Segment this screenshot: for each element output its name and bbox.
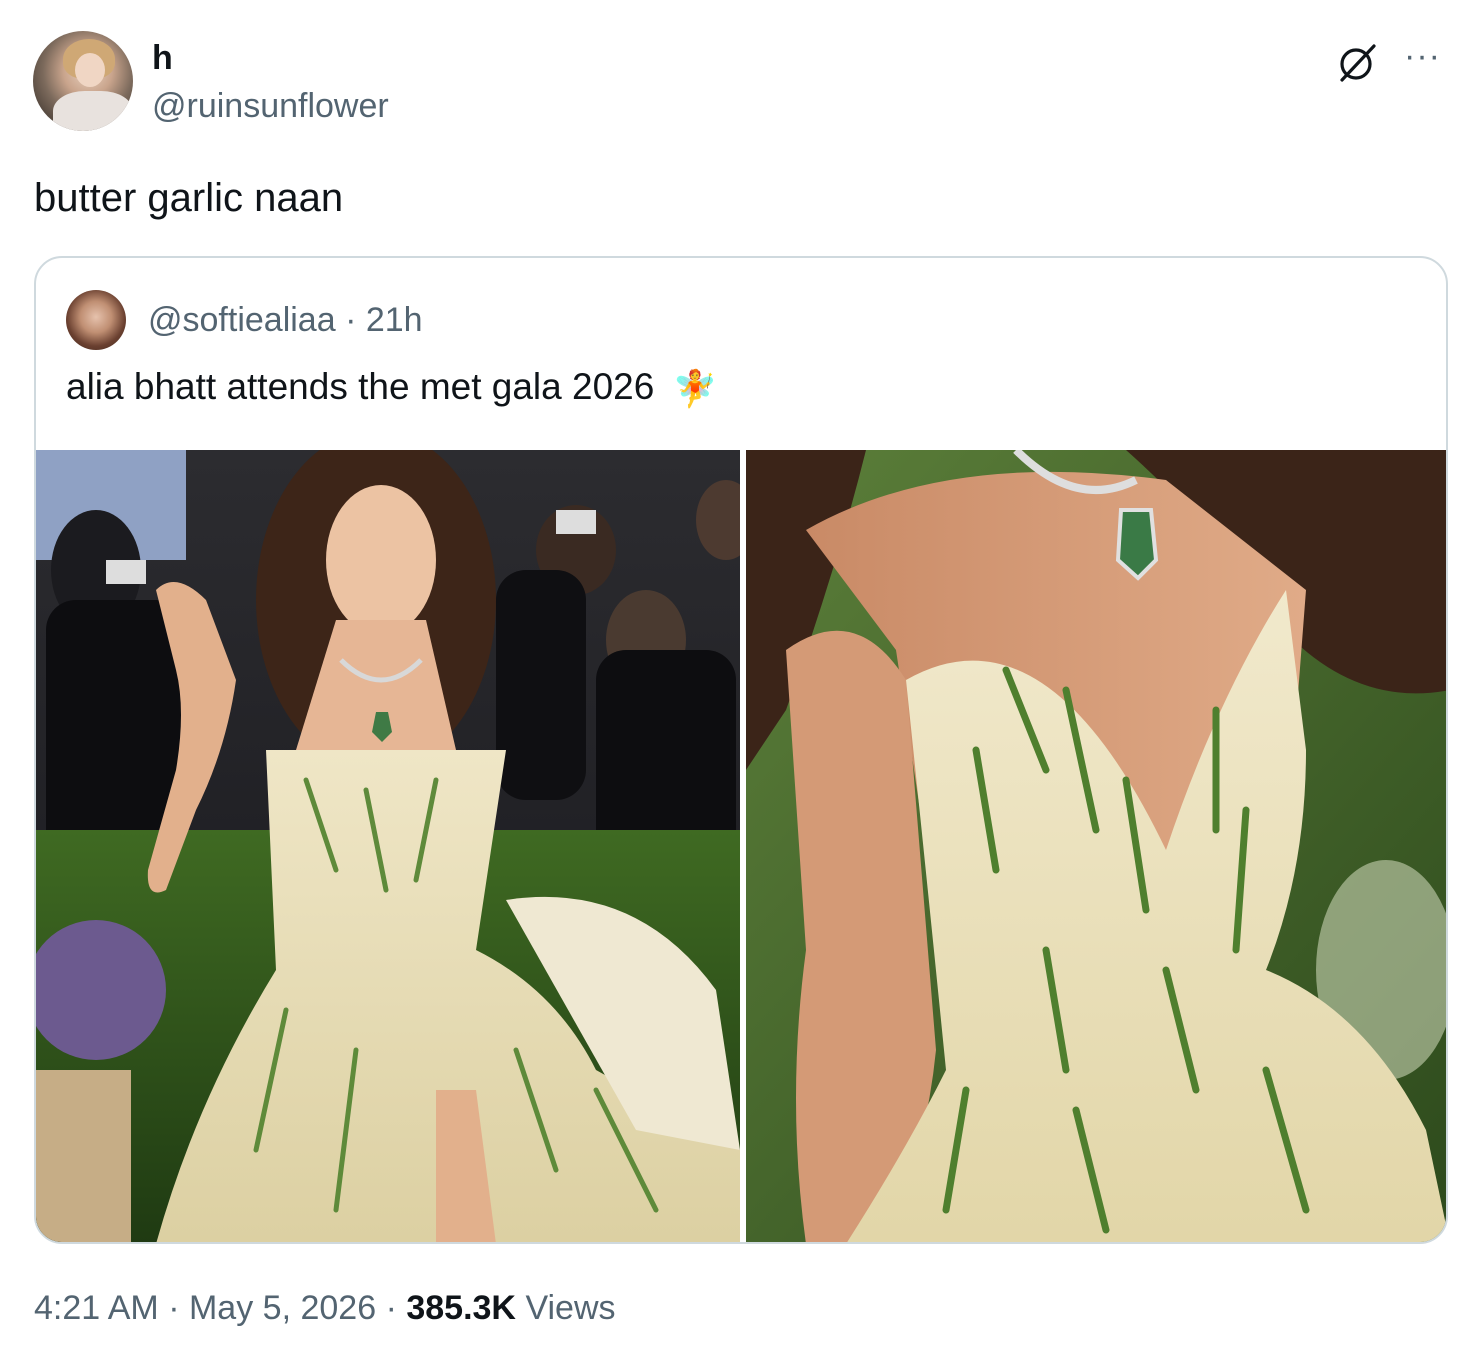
quoted-tweet-card[interactable]: @softiealiaa · 21h alia bhatt attends th… (34, 256, 1448, 1244)
tweet-time[interactable]: 4:21 AM (34, 1289, 159, 1327)
quoted-tweet-text: alia bhatt attends the met gala 2026 (66, 366, 655, 407)
meta-separator: · (345, 301, 357, 339)
meta-separator: · (385, 1289, 397, 1327)
meta-separator: · (168, 1289, 180, 1327)
views-label: Views (525, 1289, 616, 1327)
quoted-tweet-meta: @softiealiaa · 21h (148, 300, 423, 340)
quoted-author-handle[interactable]: @softiealiaa (148, 301, 336, 339)
tweet-text: butter garlic naan (34, 176, 344, 220)
fairy-emoji: 🧚 (672, 368, 718, 410)
quoted-tweet-text-line: alia bhatt attends the met gala 2026 🧚 (66, 364, 717, 412)
author-handle[interactable]: @ruinsunflower (152, 86, 389, 126)
tweet-date[interactable]: May 5, 2026 (189, 1289, 376, 1327)
more-icon[interactable]: ··· (1404, 36, 1441, 76)
avatar-face (75, 53, 105, 87)
avatar-shirt (53, 91, 133, 131)
views-count[interactable]: 385.3K (406, 1289, 516, 1327)
photo-full-gown[interactable] (36, 450, 740, 1244)
quoted-author-avatar[interactable] (66, 290, 126, 350)
tweet-meta-footer: 4:21 AM · May 5, 2026 · 385.3K Views (34, 1288, 616, 1328)
author-avatar[interactable] (33, 31, 133, 131)
author-display-name[interactable]: h (152, 38, 173, 78)
photo-bodice-closeup[interactable] (746, 450, 1448, 1244)
quoted-tweet-age[interactable]: 21h (366, 301, 423, 339)
grok-icon[interactable] (1336, 40, 1380, 84)
